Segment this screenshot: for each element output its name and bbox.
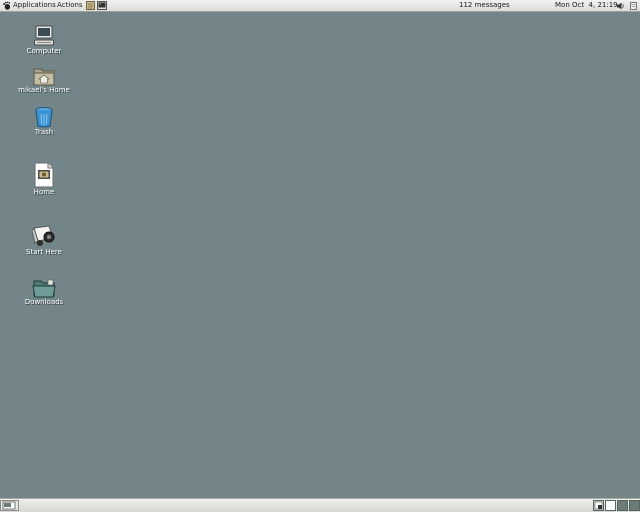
volume-icon[interactable] [617,2,625,10]
desktop-icon-trash[interactable]: Trash [12,106,76,137]
desktop-icon-label: Trash [34,128,54,136]
top-panel: Applications Actions 112 messages Mon Oc… [0,0,640,12]
desktop-icon-home-file[interactable]: Home [12,162,76,197]
applications-menu[interactable]: Applications [13,0,56,11]
desktop[interactable]: Applications Actions 112 messages Mon Oc… [0,0,640,512]
home-folder-icon [33,68,55,86]
mail-status[interactable]: 112 messages [459,0,510,11]
terminal-icon[interactable] [97,1,107,10]
show-desktop-button[interactable] [0,500,19,511]
desktop-icon-computer[interactable]: Computer [12,25,76,56]
computer-icon [34,25,54,46]
trash-icon [35,107,53,128]
desktop-icon-user-home[interactable]: mikael's Home [12,66,76,95]
desktop-icon-label: Home [33,188,55,196]
workspace-1[interactable] [593,500,604,511]
desktop-icon-label: Start Here [26,248,62,256]
start-here-icon [31,225,55,246]
gnome-foot-icon[interactable] [2,1,11,10]
workspace-4[interactable] [629,500,640,511]
bottom-panel [0,498,640,512]
workspace-3[interactable] [617,500,628,511]
workspace-2[interactable] [605,500,616,511]
workspace-switcher[interactable] [592,500,640,511]
desktop-icon-start-here[interactable]: Start Here [12,224,76,257]
desktop-icon-label: Downloads [24,298,64,306]
desktop-icon-label: mikael's Home [18,86,70,94]
desktop-icon-label: Computer [26,47,62,55]
desktop-icon-downloads[interactable]: Downloads [12,278,76,307]
actions-menu[interactable]: Actions [57,0,83,11]
downloads-folder-icon [32,279,56,298]
clock[interactable]: Mon Oct 4, 21:19 [555,0,618,11]
show-desktop-icon [2,501,16,510]
text-editor-icon[interactable] [86,1,95,10]
home-file-icon [34,162,54,188]
panel-menu-icon[interactable] [630,2,637,10]
window-thumbnail-icon [594,501,603,510]
